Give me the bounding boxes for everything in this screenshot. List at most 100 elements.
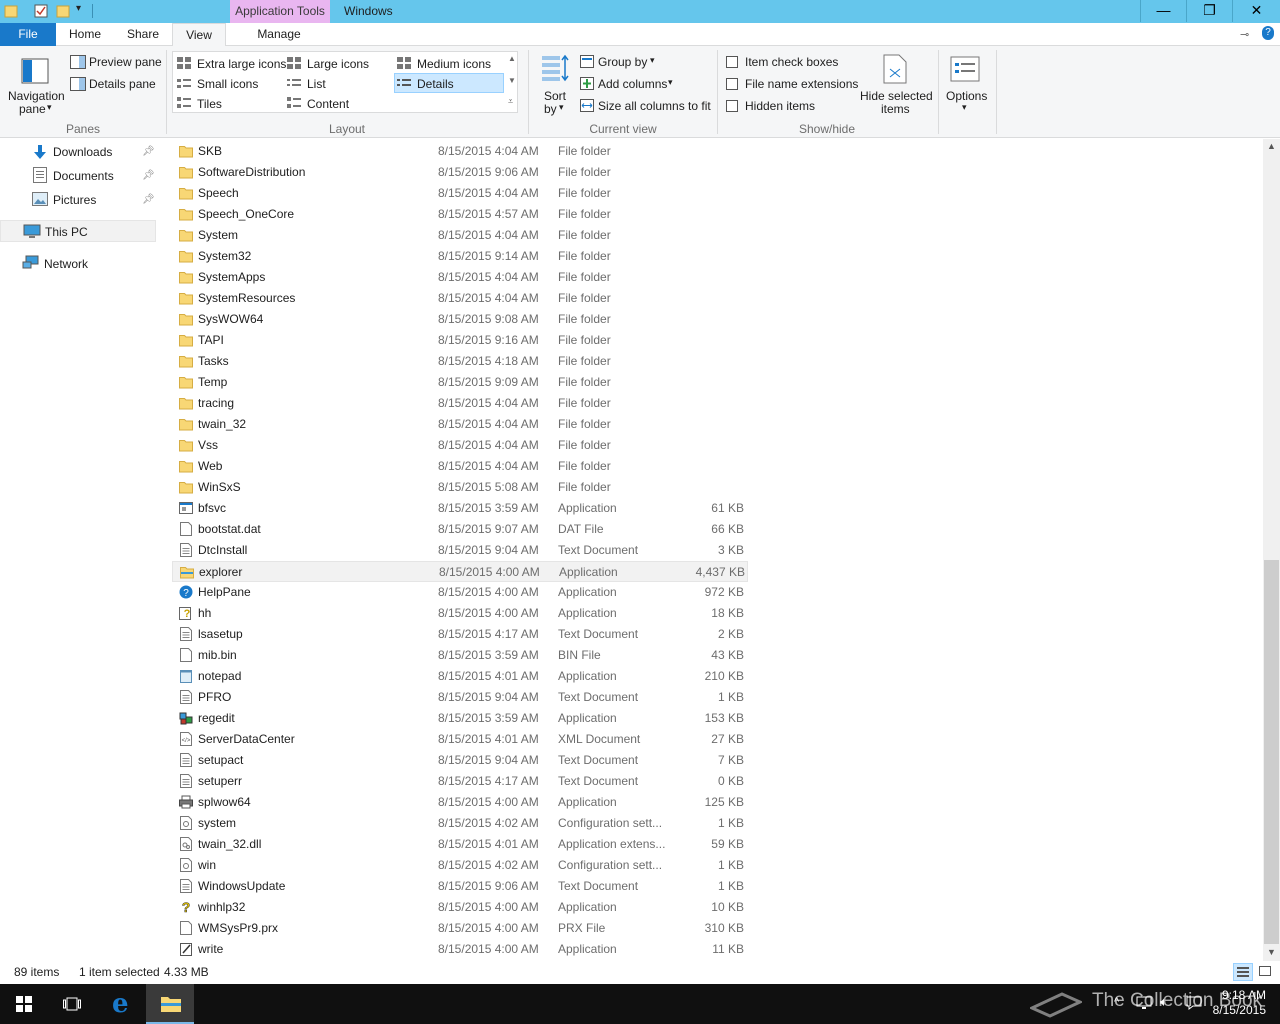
file-row[interactable]: lsasetup 8/15/2015 4:17 AM Text Document 2 … (172, 624, 748, 645)
file-row[interactable]: ? winhlp32 8/15/2015 4:00 AM Application 10 … (172, 897, 748, 918)
folder-row[interactable]: SystemApps 8/15/2015 4:04 AM File folder (172, 267, 748, 288)
start-button[interactable] (0, 984, 48, 1024)
folder-row[interactable]: Web 8/15/2015 4:04 AM File folder (172, 456, 748, 477)
file-row[interactable]: notepad 8/15/2015 4:01 AM Application 210 K… (172, 666, 748, 687)
sort-by-button[interactable]: Sort (544, 89, 566, 103)
file-row[interactable]: WindowsUpdate 8/15/2015 9:06 AM Text Docum… (172, 876, 748, 897)
tab-view[interactable]: View (172, 23, 226, 47)
file-row[interactable]: setupact 8/15/2015 9:04 AM Text Document 7 … (172, 750, 748, 771)
tab-file[interactable]: File (0, 23, 56, 46)
show-hidden-icons-icon[interactable]: ^ (1114, 996, 1119, 1008)
file-row[interactable]: setuperr 8/15/2015 4:17 AM Text Document 0 … (172, 771, 748, 792)
close-button[interactable]: ✕ (1232, 0, 1280, 22)
task-view-button[interactable] (48, 984, 96, 1024)
size-all-columns-button[interactable]: Size all columns to fit (598, 99, 711, 113)
file-row[interactable]: twain_32.dll 8/15/2015 4:01 AM Application… (172, 834, 748, 855)
scroll-down-icon[interactable]: ▼ (1267, 947, 1276, 957)
properties-icon[interactable] (34, 4, 48, 18)
tab-home[interactable]: Home (60, 23, 110, 46)
folder-row[interactable]: Tasks 8/15/2015 4:18 AM File folder (172, 351, 748, 372)
file-row[interactable]: ? HelpPane 8/15/2015 4:00 AM Application 972… (172, 582, 748, 603)
list-option[interactable]: List (307, 77, 326, 91)
options-button[interactable]: Options (946, 89, 987, 103)
qat-dropdown-icon[interactable]: ▾ (76, 3, 81, 14)
folder-row[interactable]: tracing 8/15/2015 4:04 AM File folder (172, 393, 748, 414)
file-row[interactable]: win 8/15/2015 4:02 AM Configuration sett..… (172, 855, 748, 876)
folder-row[interactable]: Vss 8/15/2015 4:04 AM File folder (172, 435, 748, 456)
tab-manage[interactable]: Manage (232, 23, 326, 46)
file-size: 210 KB (704, 669, 744, 683)
folder-row[interactable]: SKB 8/15/2015 4:04 AM File folder (172, 141, 748, 162)
file-row[interactable]: splwow64 8/15/2015 4:00 AM Application 125 … (172, 792, 748, 813)
file-date: 8/15/2015 9:06 AM (438, 879, 539, 893)
file-row[interactable]: write 8/15/2015 4:00 AM Application 11 KB (172, 939, 748, 960)
group-by-button[interactable]: Group by (598, 55, 647, 69)
extra-large-icons-option[interactable]: Extra large icons (197, 57, 286, 71)
folder-row[interactable]: SoftwareDistribution 8/15/2015 9:06 AM Fil… (172, 162, 748, 183)
nav-item-downloads[interactable]: Downloads 📌︎ (0, 141, 156, 163)
file-row[interactable]: DtcInstall 8/15/2015 9:04 AM Text Document… (172, 540, 748, 561)
folder-row[interactable]: Speech 8/15/2015 4:04 AM File folder (172, 183, 748, 204)
folder-row[interactable]: System32 8/15/2015 9:14 AM File folder (172, 246, 748, 267)
regedit-icon (179, 712, 193, 725)
minimize-button[interactable]: — (1140, 0, 1186, 22)
folder-row[interactable]: SysWOW64 8/15/2015 9:08 AM File folder (172, 309, 748, 330)
item-check-boxes-checkbox[interactable] (726, 56, 738, 68)
file-row[interactable]: bfsvc 8/15/2015 3:59 AM Application 61 KB (172, 498, 748, 519)
volume-icon[interactable]: 🔈︎ (1160, 994, 1168, 1010)
edge-button[interactable]: e (98, 984, 146, 1024)
clock[interactable]: 9:18 AM 8/15/2015 (1213, 988, 1266, 1018)
file-row[interactable]: explorer 8/15/2015 4:00 AM Application 4,43… (172, 561, 748, 582)
scrollbar-thumb[interactable] (1264, 560, 1279, 944)
file-row[interactable]: </> ServerDataCenter 8/15/2015 4:01 AM XML … (172, 729, 748, 750)
hidden-items-checkbox[interactable] (726, 100, 738, 112)
scroll-up-icon[interactable]: ▲ (1267, 141, 1276, 151)
details-view-toggle[interactable] (1233, 963, 1253, 981)
folder-row[interactable]: Temp 8/15/2015 9:09 AM File folder (172, 372, 748, 393)
folder-row[interactable]: TAPI 8/15/2015 9:16 AM File folder (172, 330, 748, 351)
pin-ribbon-icon[interactable]: ⊸ (1240, 28, 1249, 41)
chevron-down-icon: ▾ (47, 102, 52, 112)
folder-row[interactable]: SystemResources 8/15/2015 4:04 AM File fol… (172, 288, 748, 309)
folder-row[interactable]: twain_32 8/15/2015 4:04 AM File folder (172, 414, 748, 435)
gallery-scroll-down-icon[interactable]: ▼ (508, 76, 516, 85)
content-option[interactable]: Content (307, 97, 349, 111)
folder-row[interactable]: System 8/15/2015 4:04 AM File folder (172, 225, 748, 246)
new-folder-icon[interactable] (56, 4, 70, 18)
folder-row[interactable]: WinSxS 8/15/2015 5:08 AM File folder (172, 477, 748, 498)
nav-item-pictures[interactable]: Pictures 📌︎ (0, 189, 156, 211)
file-explorer-button[interactable] (146, 984, 194, 1024)
nav-item-documents[interactable]: Documents 📌︎ (0, 165, 156, 187)
tiles-option[interactable]: Tiles (197, 97, 222, 111)
folder-icon[interactable] (4, 4, 18, 18)
help-icon[interactable]: ? (1262, 26, 1274, 40)
nav-item-network[interactable]: Network (0, 253, 156, 275)
file-row[interactable]: system 8/15/2015 4:02 AM Configuration set… (172, 813, 748, 834)
preview-pane-button[interactable]: Preview pane (89, 55, 162, 69)
file-size: 18 KB (711, 606, 744, 620)
gallery-expand-icon[interactable]: ⩡ (508, 96, 513, 107)
hide-selected-items-button[interactable]: Hide selected (860, 89, 933, 103)
file-row[interactable]: PFRO 8/15/2015 9:04 AM Text Document 1 KB (172, 687, 748, 708)
file-row[interactable]: regedit 8/15/2015 3:59 AM Application 153 K… (172, 708, 748, 729)
tab-share[interactable]: Share (118, 23, 168, 46)
file-row[interactable]: WMSysPr9.prx 8/15/2015 4:00 AM PRX File 310… (172, 918, 748, 939)
gallery-scroll-up-icon[interactable]: ▲ (508, 54, 516, 63)
small-icons-option[interactable]: Small icons (197, 77, 258, 91)
details-option[interactable]: Details (417, 77, 454, 91)
file-name-extensions-checkbox[interactable] (726, 78, 738, 90)
file-row[interactable]: mib.bin 8/15/2015 3:59 AM BIN File 43 KB (172, 645, 748, 666)
folder-row[interactable]: Speech_OneCore 8/15/2015 4:57 AM File fold… (172, 204, 748, 225)
medium-icons-option[interactable]: Medium icons (417, 57, 491, 71)
action-center-icon[interactable] (1186, 996, 1202, 1010)
context-tab-application-tools: Application Tools (230, 0, 330, 23)
network-tray-icon[interactable] (1136, 996, 1152, 1010)
details-pane-button[interactable]: Details pane (89, 77, 156, 91)
file-row[interactable]: bootstat.dat 8/15/2015 9:07 AM DAT File 66 … (172, 519, 748, 540)
large-icons-view-icon[interactable] (1259, 966, 1271, 976)
large-icons-option[interactable]: Large icons (307, 57, 369, 71)
restore-button[interactable]: ❐ (1186, 0, 1232, 22)
file-row[interactable]: ? hh 8/15/2015 4:00 AM Application 18 KB (172, 603, 748, 624)
add-columns-button[interactable]: Add columns (598, 77, 667, 91)
nav-item-this-pc[interactable]: This PC (0, 220, 156, 242)
